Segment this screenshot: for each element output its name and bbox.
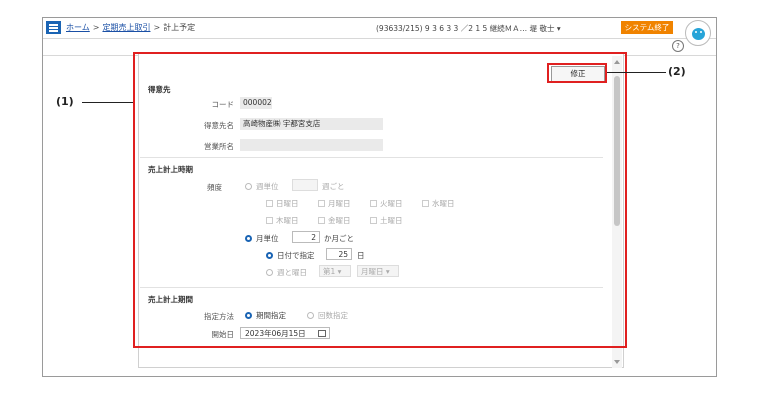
breadcrumb-home[interactable]: ホーム (66, 23, 90, 32)
callout-label-2: (2) (668, 65, 686, 78)
avatar[interactable] (685, 20, 711, 46)
user-info-menu[interactable]: (93633/215) 9 3 6 3 3 ／2 1 5 継続ＭＡ… 堤 敬士 … (376, 23, 561, 34)
system-exit-button[interactable]: システム終了 (621, 21, 673, 34)
breadcrumb-parent[interactable]: 定期売上取引 (102, 23, 150, 32)
scroll-down-icon[interactable] (614, 360, 620, 364)
callout-label-1: (1) (56, 95, 74, 108)
breadcrumb: ホーム > 定期売上取引 > 計上予定 (66, 22, 195, 33)
callout-frame-1 (133, 52, 627, 348)
callout-line-2 (607, 72, 666, 73)
top-bar: ホーム > 定期売上取引 > 計上予定 (93633/215) 9 3 6 3 3 ／2… (43, 18, 716, 46)
hamburger-menu-icon[interactable] (46, 21, 61, 34)
breadcrumb-current: 計上予定 (163, 23, 196, 32)
help-icon[interactable]: ? (672, 40, 684, 52)
breadcrumb-separator: > (92, 23, 100, 32)
callout-frame-2 (547, 63, 607, 83)
callout-line-1 (82, 102, 133, 103)
breadcrumb-separator: > (153, 23, 161, 32)
